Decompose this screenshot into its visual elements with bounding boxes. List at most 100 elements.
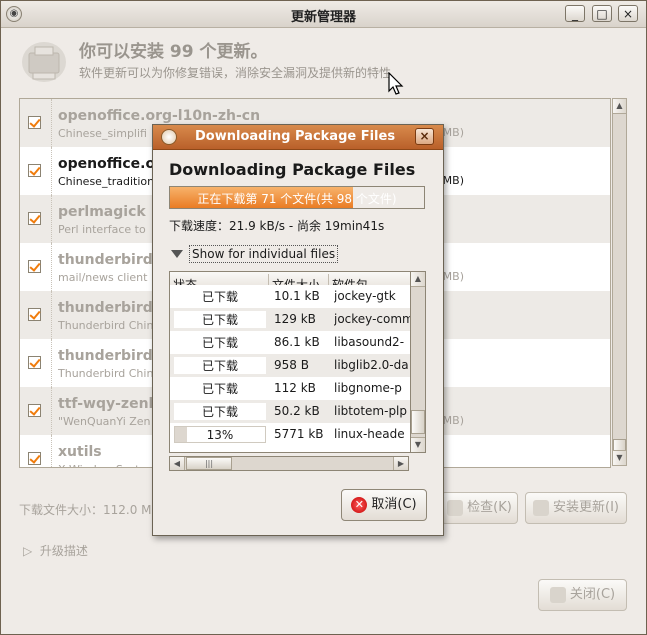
file-row[interactable]: 已下载 10.1 kB jockey-gtk	[170, 285, 410, 308]
file-package: linux-heade	[334, 427, 405, 441]
update-description: Thunderbird Chin	[58, 319, 154, 332]
update-description: Perl interface to	[58, 223, 146, 236]
install-button-label: 安装更新(I)	[553, 500, 619, 515]
overall-progress-text: 正在下载第 71 个文件(共 98 个文件)	[197, 192, 397, 206]
update-description: "WenQuanYi Zen	[58, 415, 151, 428]
scrollbar-thumb[interactable]	[411, 410, 425, 434]
install-updates-button[interactable]: 安装更新(I)	[525, 492, 627, 524]
update-checkbox[interactable]	[28, 356, 41, 369]
file-package: libtotem-plp	[334, 404, 408, 418]
update-name: openoffice.org-l10n-zh-cn	[58, 108, 261, 124]
file-list[interactable]: 状态 文件大小 软件包 已下载10.1 kBjockey-gtk已下载129 k…	[169, 271, 411, 453]
file-status: 已下载	[174, 357, 266, 374]
download-size-label: 下载文件大小：112.0 M	[19, 503, 152, 517]
file-size: 129 kB	[274, 312, 316, 326]
scrollbar-thumb[interactable]: |||	[186, 457, 232, 470]
dialog-title-bar[interactable]: Downloading Package Files ×	[153, 125, 443, 150]
update-checkbox[interactable]	[28, 116, 41, 129]
window-title: 更新管理器	[290, 10, 356, 25]
scroll-down-icon[interactable]: ▼	[411, 437, 425, 452]
update-name: perlmagick	[58, 204, 146, 220]
dialog-heading: Downloading Package Files	[169, 160, 416, 179]
upgrade-description-label: 升级描述	[39, 544, 88, 558]
file-progress-bar: 13%	[174, 426, 266, 443]
file-row[interactable]: 已下载 958 B libglib2.0-da	[170, 354, 410, 377]
file-size: 86.1 kB	[274, 335, 320, 349]
update-description: X Window System	[58, 463, 157, 467]
update-name: thunderbird-l	[58, 300, 164, 316]
scroll-right-icon[interactable]: ▶	[393, 457, 408, 470]
file-row[interactable]: 13% 5771 kB linux-heade	[170, 423, 410, 446]
update-size: MB)	[442, 126, 464, 139]
individual-files-label: Show for individual files	[189, 245, 339, 263]
update-description: mail/news client	[58, 271, 148, 284]
close-button[interactable]: ×	[618, 5, 638, 22]
check-button[interactable]: 检查(K)	[441, 492, 518, 524]
update-checkbox[interactable]	[28, 404, 41, 417]
dialog-title: Downloading Package Files	[195, 129, 396, 144]
update-name: xutils	[58, 444, 102, 460]
update-name: openoffice.or	[58, 156, 162, 172]
file-list-vscrollbar[interactable]: ▲ ▼	[411, 271, 426, 453]
update-checkbox[interactable]	[28, 308, 41, 321]
scroll-left-icon[interactable]: ◀	[170, 457, 185, 470]
download-dialog: Downloading Package Files × Downloading …	[152, 124, 444, 536]
scroll-up-icon[interactable]: ▲	[613, 99, 626, 114]
file-status: 已下载	[174, 334, 266, 351]
update-checkbox[interactable]	[28, 260, 41, 273]
close-icon	[549, 586, 566, 603]
scroll-down-icon[interactable]: ▼	[613, 450, 626, 465]
update-description: Thunderbird Chin	[58, 367, 154, 380]
file-size: 50.2 kB	[274, 404, 320, 418]
upgrade-description-expander[interactable]: ▷ 升级描述	[23, 542, 88, 559]
update-checkbox[interactable]	[28, 452, 41, 465]
close-dialog-button[interactable]: 关闭(C)	[538, 579, 627, 611]
individual-files-expander[interactable]: Show for individual files	[169, 245, 339, 265]
file-size: 112 kB	[274, 381, 316, 395]
update-checkbox[interactable]	[28, 212, 41, 225]
file-package: jockey-comm	[334, 312, 410, 326]
refresh-icon	[447, 499, 464, 516]
update-checkbox[interactable]	[28, 164, 41, 177]
file-size: 10.1 kB	[274, 289, 320, 303]
check-button-label: 检查(K)	[467, 500, 512, 515]
expander-open-icon	[171, 250, 183, 258]
dialog-close-button[interactable]: ×	[415, 128, 434, 145]
minimize-button[interactable]: _	[565, 5, 585, 22]
file-size: 958 B	[274, 358, 309, 372]
update-description: Chinese_simplifi	[58, 127, 147, 140]
update-description: Chinese_tradition	[58, 175, 155, 188]
file-status: 已下载	[174, 380, 266, 397]
update-list-scrollbar[interactable]: ▲ ▼	[612, 98, 627, 466]
file-package: jockey-gtk	[334, 289, 396, 303]
update-name: ttf-wqy-zenh	[58, 396, 159, 412]
updates-subtitle: 软件更新可以为你修复错误，消除安全漏洞及提供新的特性	[79, 66, 392, 80]
file-package: libasound2-	[334, 335, 405, 349]
expander-arrow-icon: ▷	[23, 544, 33, 558]
cancel-button[interactable]: ✕ 取消(C)	[341, 489, 427, 521]
file-package: libgnome-p	[334, 381, 402, 395]
title-bar[interactable]: ◉ 更新管理器 _ □ ×	[1, 1, 646, 28]
cancel-button-label: 取消(C)	[371, 497, 417, 512]
update-size: MB)	[442, 174, 464, 187]
updates-available-title: 你可以安装 99 个更新。	[79, 42, 268, 62]
file-size: 5771 kB	[274, 427, 324, 441]
file-list-hscrollbar[interactable]: ◀ ||| ▶	[169, 456, 409, 471]
file-package: libglib2.0-da	[334, 358, 409, 372]
mouse-pointer-icon	[388, 72, 404, 95]
file-status: 已下载	[174, 311, 266, 328]
file-status: 已下载	[174, 288, 266, 305]
file-row[interactable]: 已下载 129 kB jockey-comm	[170, 308, 410, 331]
download-speed: 下载速度：21.9 kB/s - 尚余 19min41s	[169, 219, 385, 233]
close-button-label: 关闭(C)	[569, 587, 616, 602]
maximize-button[interactable]: □	[592, 5, 612, 22]
software-update-icon	[22, 42, 66, 82]
cancel-icon: ✕	[351, 496, 368, 513]
scroll-up-icon[interactable]: ▲	[411, 272, 425, 287]
update-name: thunderbird-l	[58, 348, 164, 364]
dialog-app-icon[interactable]	[161, 129, 177, 145]
file-row[interactable]: 已下载 50.2 kB libtotem-plp	[170, 400, 410, 423]
file-row[interactable]: 已下载 86.1 kB libasound2-	[170, 331, 410, 354]
file-row[interactable]: 已下载 112 kB libgnome-p	[170, 377, 410, 400]
file-status: 13%	[206, 428, 234, 442]
